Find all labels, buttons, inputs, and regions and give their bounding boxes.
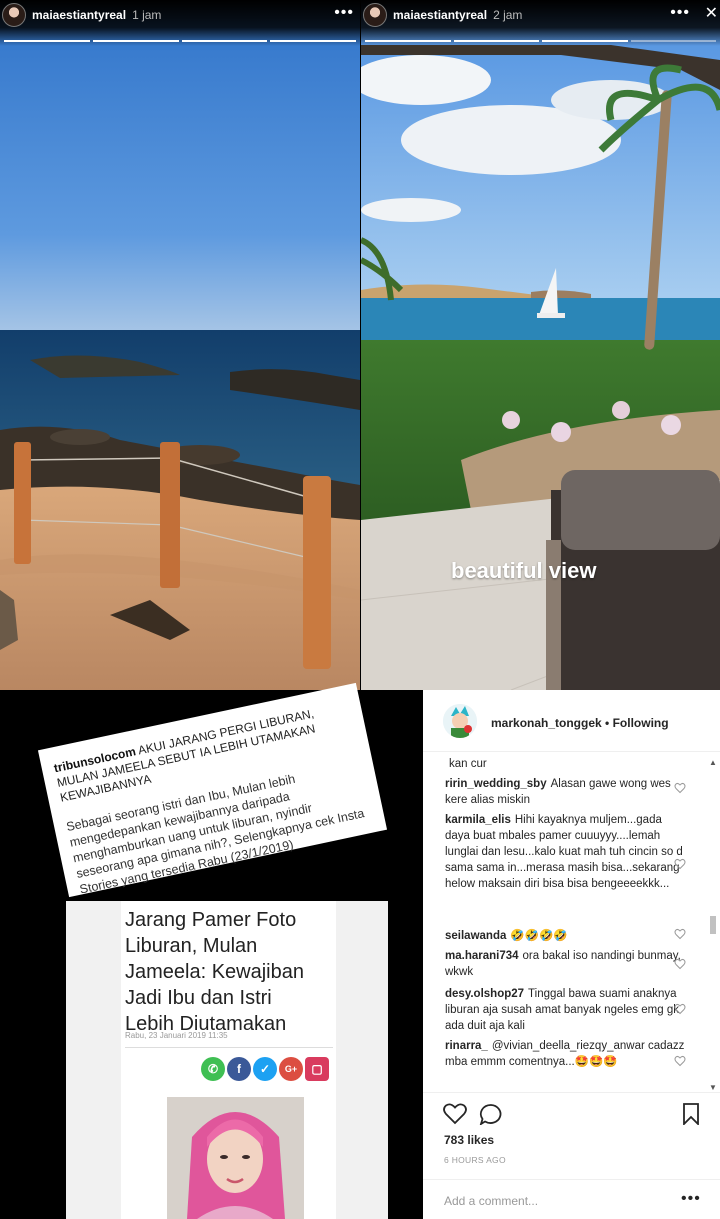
comment-item: desy.olshop27 Tinggal bawa suami anaknya … bbox=[445, 988, 679, 1032]
article-title[interactable]: Jarang Pamer Foto Liburan, Mulan Jameela… bbox=[125, 907, 325, 1037]
story-progress bbox=[365, 40, 716, 42]
add-comment-bar: Add a comment... ••• bbox=[423, 1179, 720, 1219]
article-card: Jarang Pamer Foto Liburan, Mulan Jameela… bbox=[121, 901, 336, 1219]
story-time: 1 jam bbox=[132, 8, 162, 22]
news-clipping: tribunsolocom AKUI JARANG PERGI LIBURAN,… bbox=[37, 682, 388, 898]
more-options-icon[interactable]: ••• bbox=[681, 1190, 701, 1208]
story-header: maiaestiantyreal 1 jam ••• bbox=[0, 0, 360, 46]
progress-segment bbox=[270, 40, 356, 42]
comment-username[interactable]: ririn_wedding_sby bbox=[445, 778, 547, 790]
article-photo bbox=[167, 1097, 304, 1219]
story-username[interactable]: maiaestiantyreal 2 jam bbox=[393, 8, 522, 22]
comment-icon[interactable]: ▢ bbox=[305, 1057, 329, 1081]
story-header: maiaestiantyreal 2 jam ••• ✕ bbox=[361, 0, 720, 46]
comment-username[interactable]: desy.olshop27 bbox=[445, 988, 524, 1000]
comment-item: ririn_wedding_sby Alasan gawe wong wes ke… bbox=[445, 778, 671, 806]
more-options-icon[interactable]: ••• bbox=[334, 4, 354, 22]
story-progress bbox=[4, 40, 356, 42]
scroll-up-icon[interactable]: ▲ bbox=[709, 758, 717, 767]
whatsapp-icon[interactable]: ✆ bbox=[201, 1057, 225, 1081]
comment-item: rinarra_ @vivian_deella_riezqy_anwar cada… bbox=[445, 1040, 685, 1068]
post-username[interactable]: markonah_tonggek • Following bbox=[491, 716, 669, 730]
more-options-icon[interactable]: ••• bbox=[670, 4, 690, 22]
post-actions: 783 likes 6 HOURS AGO Add a comment... •… bbox=[423, 1092, 720, 1219]
story-username[interactable]: maiaestiantyreal 1 jam bbox=[32, 8, 161, 22]
resort-view-photo bbox=[361, 0, 720, 690]
following-label[interactable]: • Following bbox=[605, 716, 669, 730]
bookmark-icon[interactable] bbox=[681, 1103, 701, 1125]
scroll-thumb[interactable] bbox=[710, 916, 716, 934]
likes-count[interactable]: 783 likes bbox=[444, 1133, 494, 1147]
comment-item: kan cur bbox=[449, 758, 487, 770]
progress-segment bbox=[630, 40, 716, 42]
facebook-icon[interactable]: f bbox=[227, 1057, 251, 1081]
scroll-down-icon[interactable]: ▼ bbox=[709, 1083, 717, 1092]
avatar[interactable] bbox=[2, 3, 26, 27]
like-heart-icon[interactable] bbox=[443, 1103, 467, 1125]
add-comment-input[interactable]: Add a comment... bbox=[444, 1194, 538, 1208]
progress-segment bbox=[92, 40, 179, 42]
article-screenshot: Jarang Pamer Foto Liburan, Mulan Jameela… bbox=[66, 901, 388, 1219]
portrait-image bbox=[167, 1097, 304, 1219]
cartoon-avatar-icon bbox=[443, 704, 477, 738]
close-icon[interactable]: ✕ bbox=[705, 3, 718, 23]
comment-username[interactable]: karmila_elis bbox=[445, 814, 511, 826]
divider bbox=[125, 1047, 333, 1048]
progress-segment bbox=[4, 40, 90, 42]
progress-segment bbox=[453, 40, 539, 42]
story-right[interactable]: maiaestiantyreal 2 jam ••• ✕ beautiful vi… bbox=[361, 0, 720, 690]
article-date: Rabu, 23 Januari 2019 11:35 bbox=[125, 1031, 228, 1040]
comment-bubble-icon[interactable] bbox=[479, 1103, 503, 1125]
comment-username[interactable]: seilawanda bbox=[445, 930, 506, 942]
comment-username[interactable]: rinarra_ bbox=[445, 1040, 488, 1052]
comment-item: ma.harani734 ora bakal iso nandingi bunma… bbox=[445, 950, 681, 978]
like-comment-icon[interactable] bbox=[674, 1055, 686, 1067]
comment-username[interactable]: ma.harani734 bbox=[445, 950, 519, 962]
post-timestamp: 6 HOURS AGO bbox=[444, 1155, 506, 1165]
progress-segment bbox=[181, 40, 268, 42]
post-header: markonah_tonggek • Following bbox=[423, 690, 720, 752]
like-comment-icon[interactable] bbox=[674, 928, 686, 940]
comment-item: karmila_elis Hihi kayaknya muljem...gada … bbox=[445, 814, 683, 890]
beach-rocks-photo bbox=[0, 0, 360, 690]
comment-item: seilawanda 🤣🤣🤣🤣 bbox=[445, 930, 568, 942]
comments-scrollbar[interactable]: ▲ ▼ bbox=[708, 758, 718, 1092]
story-time: 2 jam bbox=[493, 8, 523, 22]
like-comment-icon[interactable] bbox=[674, 1003, 686, 1015]
story-caption: beautiful view bbox=[451, 558, 597, 583]
comments-list[interactable]: kan cur ririn_wedding_sby Alasan gawe won… bbox=[423, 752, 708, 1092]
like-comment-icon[interactable] bbox=[674, 858, 686, 870]
avatar[interactable] bbox=[363, 3, 387, 27]
story-left[interactable]: maiaestiantyreal 1 jam ••• bbox=[0, 0, 360, 690]
like-comment-icon[interactable] bbox=[674, 782, 686, 794]
twitter-icon[interactable]: ✓ bbox=[253, 1057, 277, 1081]
instagram-post-panel: markonah_tonggek • Following kan cur rir… bbox=[423, 690, 720, 1219]
screenshot-collage: maiaestiantyreal 1 jam ••• maiaestiantyr… bbox=[0, 0, 720, 1219]
progress-segment bbox=[365, 40, 451, 42]
like-comment-icon[interactable] bbox=[674, 958, 686, 970]
post-avatar[interactable] bbox=[443, 704, 477, 738]
progress-segment bbox=[542, 40, 628, 42]
google-plus-icon[interactable]: G+ bbox=[279, 1057, 303, 1081]
